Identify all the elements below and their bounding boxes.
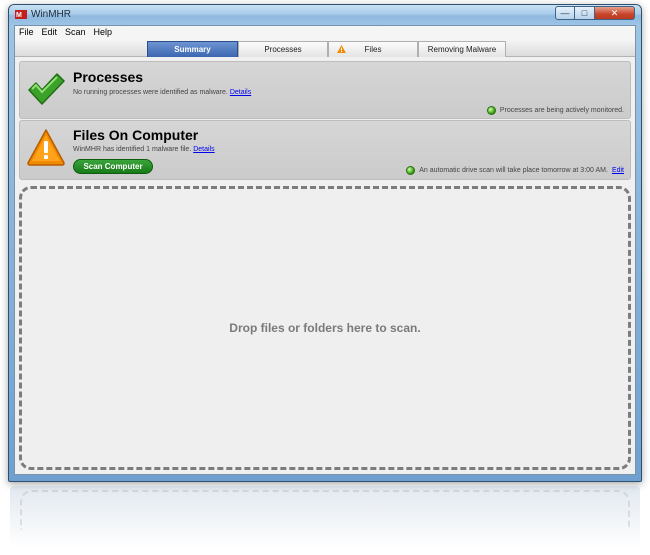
processes-status-text: Processes are being actively monitored. <box>499 107 624 114</box>
checkmark-icon <box>28 73 65 105</box>
processes-details-link[interactable]: Details <box>230 89 251 96</box>
processes-description: No running processes were identified as … <box>73 89 251 96</box>
tab-summary[interactable]: Summary <box>147 41 238 57</box>
files-details-link[interactable]: Details <box>193 146 214 153</box>
title-bar[interactable]: M WinMHR — □ ✕ <box>9 5 641 25</box>
tab-processes[interactable]: Processes <box>238 41 328 57</box>
files-title: Files On Computer <box>73 127 199 143</box>
menu-file[interactable]: File <box>15 26 38 40</box>
window-reflection <box>10 486 640 548</box>
files-panel: Files On Computer WinMHR has identified … <box>19 120 631 180</box>
minimize-button[interactable]: — <box>555 6 575 20</box>
warning-icon <box>27 129 65 166</box>
drop-zone-text: Drop files or folders here to scan. <box>229 321 421 335</box>
warning-icon <box>337 45 346 53</box>
processes-title: Processes <box>73 69 144 85</box>
tab-label: Summary <box>174 45 211 54</box>
tab-label: Removing Malware <box>427 45 497 54</box>
minimize-icon: — <box>560 8 570 18</box>
processes-status: Processes are being actively monitored. <box>486 106 624 115</box>
svg-text:M: M <box>16 12 22 19</box>
processes-panel: Processes No running processes were iden… <box>19 61 631 119</box>
files-description: WinMHR has identified 1 malware file. De… <box>73 146 215 153</box>
tab-removing-malware[interactable]: Removing Malware <box>418 41 506 57</box>
close-icon: ✕ <box>610 8 619 18</box>
maximize-button[interactable]: □ <box>575 6 595 20</box>
tab-label: Processes <box>264 45 302 54</box>
menu-help[interactable]: Help <box>90 26 117 40</box>
status-ok-icon <box>486 106 496 115</box>
files-status: An automatic drive scan will take place … <box>406 166 624 175</box>
tab-bar: Summary Processes Files Removing Malware <box>15 40 635 57</box>
client-area: File Edit Scan Help Summary Processes Fi… <box>14 25 636 475</box>
tab-label: Files <box>364 45 382 54</box>
tab-files[interactable]: Files <box>328 41 418 57</box>
menu-bar: File Edit Scan Help <box>15 26 635 40</box>
drop-zone[interactable]: Drop files or folders here to scan. <box>19 186 631 470</box>
window-controls: — □ ✕ <box>555 6 635 20</box>
menu-scan[interactable]: Scan <box>61 26 90 40</box>
status-ok-icon <box>406 166 416 175</box>
window-title: WinMHR <box>31 9 71 20</box>
reflection-dropzone <box>20 490 630 530</box>
app-logo-icon: M <box>15 10 27 19</box>
files-description-text: WinMHR has identified 1 malware file. <box>73 146 192 153</box>
app-window: M WinMHR — □ ✕ File Edit Scan Help Summa… <box>8 4 642 482</box>
maximize-icon: □ <box>581 8 588 18</box>
processes-description-text: No running processes were identified as … <box>73 89 228 96</box>
files-status-text: An automatic drive scan will take place … <box>419 167 608 174</box>
menu-edit[interactable]: Edit <box>38 26 62 40</box>
close-button[interactable]: ✕ <box>595 6 635 20</box>
scan-computer-button[interactable]: Scan Computer <box>73 159 153 174</box>
schedule-edit-link[interactable]: Edit <box>612 167 624 174</box>
